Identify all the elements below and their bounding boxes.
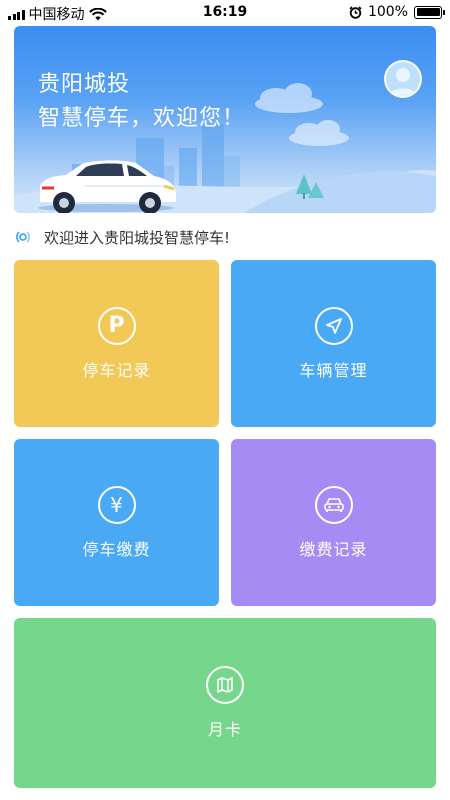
navigation-arrow-icon (314, 306, 353, 345)
tile-label: 停车缴费 (82, 539, 151, 559)
tile-parking-payment[interactable]: ¥ 停车缴费 (14, 439, 219, 606)
tile-label: 月卡 (207, 720, 242, 739)
tile-label: 缴费记录 (299, 539, 368, 559)
battery-icon (414, 5, 445, 19)
notice-bar: 欢迎进入贵阳城投智慧停车! (14, 224, 436, 250)
tile-vehicle-management[interactable]: 车辆管理 (231, 260, 436, 427)
yen-icon: ¥ (97, 485, 136, 524)
battery-fill (416, 8, 440, 16)
battery-percent: 100% (367, 4, 408, 20)
tile-label: 车辆管理 (299, 360, 368, 380)
notice-text: 欢迎进入贵阳城投智慧停车! (44, 228, 231, 247)
broadcast-icon (16, 231, 30, 243)
parking-p-icon: P (97, 306, 136, 345)
status-bar: 中国移动 16:19 100% (0, 0, 450, 24)
tile-label: 停车记录 (82, 360, 151, 380)
tile-monthly-card[interactable]: 月卡 (14, 618, 436, 788)
status-right: 100% (349, 4, 445, 20)
tile-parking-records[interactable]: P 停车记录 (14, 260, 219, 427)
map-icon (206, 666, 244, 704)
user-avatar-icon[interactable] (384, 60, 422, 98)
banner-title: 贵阳城投 (38, 72, 131, 97)
tile-payment-records[interactable]: 缴费记录 (231, 439, 436, 606)
welcome-banner: 贵阳城投 智慧停车，欢迎您！ (14, 26, 436, 213)
car-icon (314, 485, 353, 524)
banner-subtitle: 智慧停车，欢迎您！ (38, 106, 246, 131)
alarm-icon (349, 5, 362, 19)
person-icon (389, 68, 417, 96)
